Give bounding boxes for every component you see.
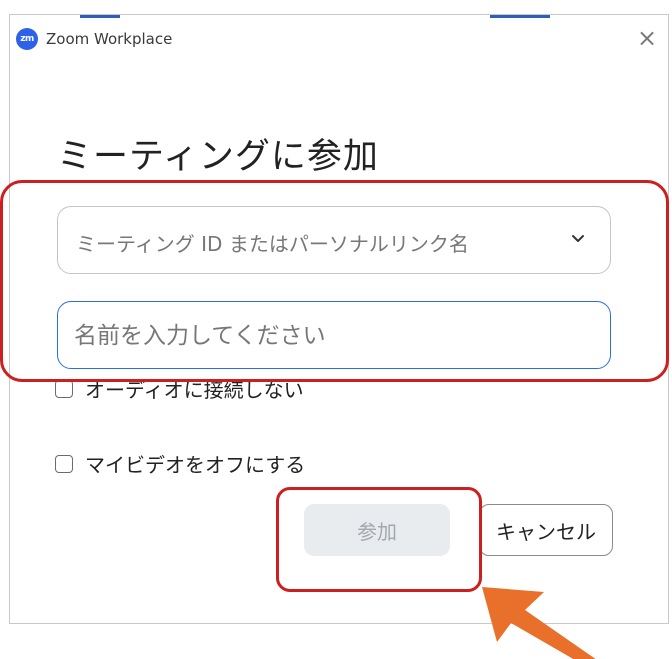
close-icon[interactable]: × <box>634 25 660 51</box>
cancel-button[interactable]: キャンセル <box>479 504 613 556</box>
no-audio-checkbox[interactable] <box>55 379 73 398</box>
join-button[interactable]: 参加 <box>304 504 450 556</box>
no-audio-label: オーディオに接続しない <box>85 378 304 402</box>
name-field[interactable] <box>57 301 611 369</box>
option-no-audio[interactable]: オーディオに接続しない <box>55 374 304 403</box>
name-input[interactable] <box>72 312 596 360</box>
meeting-id-dropdown[interactable]: ミーティング ID またはパーソナルリンク名 <box>57 206 611 274</box>
meeting-id-placeholder: ミーティング ID またはパーソナルリンク名 <box>76 232 469 256</box>
window-title: Zoom Workplace <box>46 30 173 48</box>
title-bar: zm Zoom Workplace × <box>10 15 668 63</box>
zoom-logo-icon: zm <box>16 28 38 50</box>
video-off-label: マイビデオをオフにする <box>85 453 306 477</box>
chevron-down-icon[interactable] <box>568 229 588 249</box>
video-off-checkbox[interactable] <box>55 454 73 473</box>
option-video-off[interactable]: マイビデオをオフにする <box>55 449 305 478</box>
page-title: ミーティングに参加 <box>57 137 379 177</box>
